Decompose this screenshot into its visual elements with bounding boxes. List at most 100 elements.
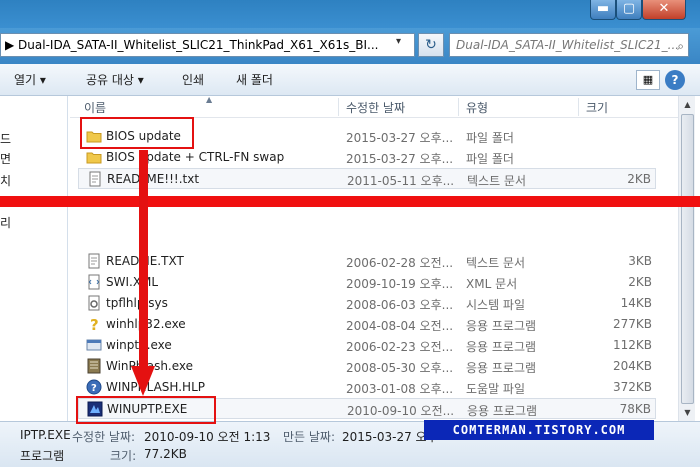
- text-file-icon: [88, 253, 100, 269]
- annotation-cut-band: [0, 196, 700, 207]
- nav-item[interactable]: 리: [0, 214, 11, 231]
- file-row[interactable]: tpflhlp.sys 2008-06-03 오후... 시스템 파일 14KB: [78, 293, 656, 314]
- file-date: 2006-02-28 오전...: [346, 256, 454, 270]
- file-type: 파일 폴더: [466, 152, 514, 166]
- sort-ascending-icon: ▲: [206, 95, 213, 104]
- file-row[interactable]: READ_ME!!!.txt 2011-05-11 오후... 텍스트 문서 2…: [78, 168, 656, 189]
- address-path: ▶ Dual-IDA_SATA-II_Whitelist_SLIC21_Thin…: [5, 38, 379, 52]
- file-type: 응용 프로그램: [466, 361, 537, 375]
- details-created-label: 만든 날짜:: [283, 430, 336, 444]
- minimize-button[interactable]: ▬: [590, 0, 616, 20]
- file-row[interactable]: BIOS update + CTRL-FN swap 2015-03-27 오후…: [78, 147, 656, 168]
- file-type: 응용 프로그램: [467, 404, 538, 418]
- file-date: 2008-05-30 오후...: [346, 361, 454, 375]
- file-row[interactable]: SWI.XML 2009-10-19 오후... XML 문서 2KB: [78, 272, 656, 293]
- file-type: 응용 프로그램: [466, 319, 537, 333]
- file-type: 텍스트 문서: [467, 174, 527, 188]
- xml-file-icon: [88, 274, 100, 290]
- details-file-kind: 프로그램: [20, 449, 65, 463]
- file-size: 112KB: [612, 338, 652, 352]
- file-size: 2KB: [627, 172, 651, 186]
- details-size-value: 77.2KB: [144, 447, 187, 461]
- print-button[interactable]: 인쇄: [182, 64, 204, 96]
- scroll-up-icon[interactable]: ▲: [679, 96, 696, 113]
- file-size: 3KB: [628, 254, 652, 268]
- address-history-chevron-icon[interactable]: ▾: [396, 36, 401, 47]
- file-row[interactable]: WinPhlash.exe 2008-05-30 오후... 응용 프로그램 2…: [78, 356, 656, 377]
- file-date: 2008-06-03 오후...: [346, 298, 454, 312]
- watermark: COMTERMAN.TISTORY.COM: [424, 420, 654, 440]
- file-name: BIOS update + CTRL-FN swap: [106, 150, 285, 164]
- file-name: tpflhlp.sys: [106, 296, 168, 310]
- file-type: 도움말 파일: [466, 382, 526, 396]
- search-icon[interactable]: ⌕: [677, 35, 684, 56]
- details-modified-label: 수정한 날짜:: [72, 430, 136, 444]
- nav-item[interactable]: 치: [0, 172, 11, 189]
- file-name: READ_ME!!!.txt: [107, 172, 200, 186]
- file-size: 2KB: [628, 275, 652, 289]
- search-placeholder: Dual-IDA_SATA-II_Whitelist_SLIC21_...: [456, 38, 680, 52]
- address-bar[interactable]: ▶ Dual-IDA_SATA-II_Whitelist_SLIC21_Thin…: [0, 33, 415, 57]
- view-options-icon[interactable]: ▦: [636, 70, 660, 90]
- file-type: 텍스트 문서: [466, 256, 526, 270]
- refresh-button[interactable]: ↻: [418, 33, 444, 57]
- details-size-label: 크기:: [110, 449, 137, 463]
- annotation-arrow-head-icon: [131, 366, 155, 396]
- scroll-down-icon[interactable]: ▼: [679, 404, 696, 421]
- column-divider[interactable]: [458, 98, 459, 116]
- file-row[interactable]: ? winhlp32.exe 2004-08-04 오전... 응용 프로그램 …: [78, 314, 656, 335]
- share-menu-button[interactable]: 공유 대상 ▾: [86, 64, 144, 96]
- annotation-highlight-bios-update: [80, 117, 194, 149]
- column-header-type[interactable]: 유형: [466, 99, 488, 116]
- file-date: 2010-09-10 오전...: [347, 404, 455, 418]
- address-row: ▶ Dual-IDA_SATA-II_Whitelist_SLIC21_Thin…: [0, 28, 700, 64]
- file-row[interactable]: README.TXT 2006-02-28 오전... 텍스트 문서 3KB: [78, 251, 656, 272]
- file-type: 응용 프로그램: [466, 340, 537, 354]
- column-header-date[interactable]: 수정한 날짜: [346, 99, 405, 116]
- svg-text:?: ?: [91, 383, 97, 394]
- file-type: XML 문서: [466, 277, 518, 291]
- annotation-arrow-shaft: [139, 150, 148, 370]
- new-folder-button[interactable]: 새 폴더: [236, 64, 273, 96]
- file-name: SWI.XML: [106, 275, 159, 289]
- file-size: 14KB: [620, 296, 652, 310]
- nav-item[interactable]: 드: [0, 130, 11, 147]
- folder-icon: [86, 152, 102, 164]
- navigation-pane: 드 면 치 리: [0, 96, 68, 421]
- text-file-icon: [89, 171, 101, 187]
- file-row[interactable]: winptp.exe 2006-02-23 오전... 응용 프로그램 112K…: [78, 335, 656, 356]
- file-size: 372KB: [612, 380, 652, 394]
- exe-icon: [86, 339, 102, 351]
- column-header-name[interactable]: 이름: [84, 99, 106, 116]
- open-menu-button[interactable]: 열기 ▾: [14, 64, 46, 96]
- close-button[interactable]: ✕: [642, 0, 686, 20]
- file-date: 2003-01-08 오후...: [346, 382, 454, 396]
- command-bar: 열기 ▾ 공유 대상 ▾ 인쇄 새 폴더 ▦ ?: [0, 64, 700, 96]
- file-size: 204KB: [612, 359, 652, 373]
- file-date: 2004-08-04 오전...: [346, 319, 454, 333]
- details-file-name: IPTP.EXE: [20, 428, 71, 442]
- vertical-scrollbar[interactable]: ▲ ▼: [678, 96, 695, 421]
- annotation-highlight-winuptp: [76, 396, 216, 424]
- file-row[interactable]: ? WINPHLASH.HLP 2003-01-08 오후... 도움말 파일 …: [78, 377, 656, 398]
- file-type: 파일 폴더: [466, 131, 514, 145]
- file-date: 2006-02-23 오전...: [346, 340, 454, 354]
- scroll-thumb[interactable]: [681, 114, 694, 404]
- details-modified-value: 2010-09-10 오전 1:13: [144, 430, 271, 444]
- nav-item[interactable]: 면: [0, 150, 11, 167]
- column-divider[interactable]: [338, 98, 339, 116]
- help-icon[interactable]: ?: [665, 70, 685, 90]
- maximize-button[interactable]: ▢: [616, 0, 642, 20]
- title-bar: ▬ ▢ ✕: [0, 0, 700, 28]
- file-type: 시스템 파일: [466, 298, 526, 312]
- column-header-size[interactable]: 크기: [586, 99, 608, 116]
- file-size: 277KB: [612, 317, 652, 331]
- help-file-icon: ?: [86, 379, 102, 395]
- file-size: 78KB: [619, 402, 651, 416]
- file-date: 2015-03-27 오후...: [346, 131, 454, 145]
- system-file-icon: [88, 295, 100, 311]
- column-divider[interactable]: [578, 98, 579, 116]
- search-input[interactable]: Dual-IDA_SATA-II_Whitelist_SLIC21_... ⌕: [449, 33, 689, 57]
- file-date: 2009-10-19 오후...: [346, 277, 454, 291]
- file-date: 2011-05-11 오후...: [347, 174, 455, 188]
